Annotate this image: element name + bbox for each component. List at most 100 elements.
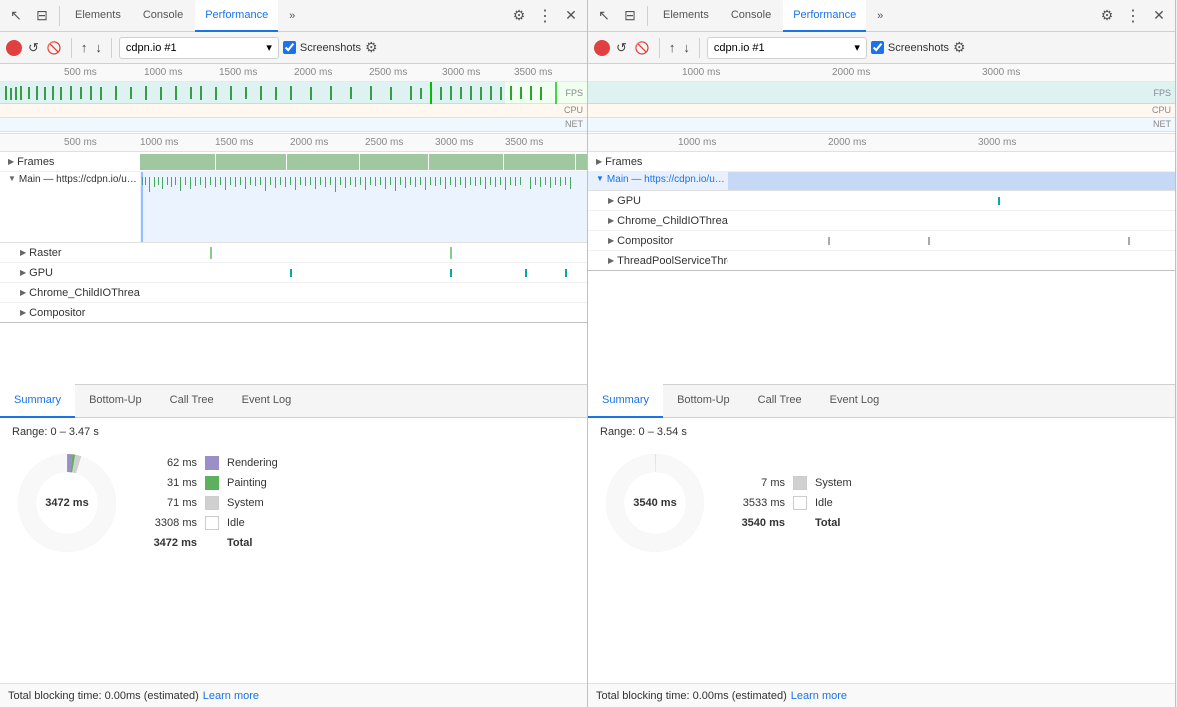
panel-icon[interactable]: ⊟ [30,4,54,28]
more-tabs-left-icon[interactable]: » [280,4,304,28]
screenshots-checkbox-right[interactable]: Screenshots [871,41,949,54]
cursor-icon[interactable]: ↖ [4,4,28,28]
record-button-left[interactable] [6,40,22,56]
url-dropdown-left[interactable]: ▾ [266,41,272,54]
threadpool-arrow-right[interactable]: ▶ [608,256,614,265]
more-left-icon[interactable]: ⋮ [533,4,557,28]
right-panel: ↖ ⊟ Elements Console Performance » ⚙ ⋮ ✕… [588,0,1176,707]
gpu-label-right: GPU [617,195,641,207]
child-io-arrow-left[interactable]: ▶ [20,288,26,297]
upload-icon-left[interactable]: ↑ [79,38,90,57]
left-painting-val: 31 ms [142,477,197,489]
left-total-val: 3472 ms [142,537,197,549]
rtick-3000: 3000 ms [982,67,1020,78]
close-right-icon[interactable]: ✕ [1147,4,1171,28]
frames-row-right[interactable]: ▶ Frames [588,152,1175,172]
more-tabs-right-icon[interactable]: » [868,4,892,28]
settings-left-icon[interactable]: ⚙ [507,4,531,28]
compositor-arrow-left[interactable]: ▶ [20,308,26,317]
download-icon-right[interactable]: ↓ [681,38,692,57]
left-footer-link[interactable]: Learn more [203,690,259,702]
tick-3500: 3500 ms [514,67,552,78]
reload-icon-left[interactable]: ↺ [26,38,41,58]
right-footer-link[interactable]: Learn more [791,690,847,702]
frames-row-left[interactable]: ▶ Frames [0,152,587,172]
tab-calltree-left[interactable]: Call Tree [156,384,228,418]
tab-bottomup-left[interactable]: Bottom-Up [75,384,156,418]
main-row-left[interactable]: ▼ Main — https://cdpn.io/una/debug/c9edd… [0,172,587,243]
compositor-track-right [728,231,1175,250]
raster-row-left[interactable]: ▶ Raster [0,243,587,263]
gpu-arrow-right[interactable]: ▶ [608,196,614,205]
gpu-row-left[interactable]: ▶ GPU [0,263,587,283]
frames-arrow-left[interactable]: ▶ [8,157,14,166]
frames-arrow-right[interactable]: ▶ [596,157,602,166]
main-arrow-right[interactable]: ▼ [596,174,604,183]
main-track-left [140,172,587,242]
more-right-icon[interactable]: ⋮ [1121,4,1145,28]
raster-chart-left [140,243,587,262]
right-time-ruler: 1000 ms 2000 ms 3000 ms [588,64,1175,82]
left-legend: 62 ms Rendering 31 ms Painting 71 ms Sys… [142,456,278,550]
compositor-row-left[interactable]: ▶ Compositor [0,303,587,323]
left-panel: ↖ ⊟ Elements Console Performance » ⚙ ⋮ ✕… [0,0,588,707]
frames-track-left [140,152,587,171]
tab-elements-right[interactable]: Elements [653,0,719,32]
compositor-arrow-right[interactable]: ▶ [608,236,614,245]
raster-arrow-left[interactable]: ▶ [20,248,26,257]
record-button-right[interactable] [594,40,610,56]
tab-performance-right[interactable]: Performance [783,0,866,32]
compositor-chart-right [728,231,1175,250]
right-legend-idle: 3533 ms Idle [730,496,852,510]
compositor-track-left [140,303,587,322]
screenshots-input-left[interactable] [283,41,296,54]
close-left-icon[interactable]: ✕ [559,4,583,28]
tab-elements-left[interactable]: Elements [65,0,131,32]
right-tabs-bar: Summary Bottom-Up Call Tree Event Log [588,384,1175,418]
cursor-icon-right[interactable]: ↖ [592,4,616,28]
tab-summary-left[interactable]: Summary [0,384,75,418]
main-arrow-left[interactable]: ▼ [8,174,16,183]
right-system-val: 7 ms [730,477,785,489]
left-legend-rendering: 62 ms Rendering [142,456,278,470]
gpu-row-right[interactable]: ▶ GPU [588,191,1175,211]
screenshots-input-right[interactable] [871,41,884,54]
tick2-2000: 2000 ms [290,137,328,148]
child-io-row-left[interactable]: ▶ Chrome_ChildIOThread [0,283,587,303]
main-row-right[interactable]: ▼ Main — https://cdpn.io/una/debug/c9edd… [588,172,1175,191]
child-io-row-right[interactable]: ▶ Chrome_ChildIOThread [588,211,1175,231]
clear-icon-right[interactable]: 🚫 [633,39,652,57]
sep2-right [659,38,660,58]
left-summary-panel: Range: 0 – 3.47 s 3472 ms [0,418,587,684]
right-toolbar1: ↖ ⊟ Elements Console Performance » ⚙ ⋮ ✕ [588,0,1175,32]
settings-right-icon[interactable]: ⚙ [1095,4,1119,28]
tab-bottomup-right[interactable]: Bottom-Up [663,384,744,418]
tick-1500: 1500 ms [219,67,257,78]
gpu-label-left: GPU [29,267,53,279]
reload-icon-right[interactable]: ↺ [614,38,629,58]
compositor-row-right[interactable]: ▶ Compositor [588,231,1175,251]
tab-console-left[interactable]: Console [133,0,193,32]
child-io-arrow-right[interactable]: ▶ [608,216,614,225]
gear-icon-left[interactable]: ⚙ [365,39,378,56]
left-system-name: System [227,497,264,509]
tick2-3500: 3500 ms [505,137,543,148]
left-range: Range: 0 – 3.47 s [12,426,575,438]
tab-performance-left[interactable]: Performance [195,0,278,32]
right-timeline[interactable]: 1000 ms 2000 ms 3000 ms ▶ Frames ▼ Main … [588,134,1175,384]
tab-console-right[interactable]: Console [721,0,781,32]
upload-icon-right[interactable]: ↑ [667,38,678,57]
clear-icon-left[interactable]: 🚫 [45,39,64,57]
tab-eventlog-right[interactable]: Event Log [816,384,894,418]
panel-icon-right[interactable]: ⊟ [618,4,642,28]
url-dropdown-right[interactable]: ▾ [854,41,860,54]
left-timeline[interactable]: 500 ms 1000 ms 1500 ms 2000 ms 2500 ms 3… [0,134,587,384]
tab-summary-right[interactable]: Summary [588,384,663,418]
threadpool-row-right[interactable]: ▶ ThreadPoolServiceThread [588,251,1175,271]
gpu-arrow-left[interactable]: ▶ [20,268,26,277]
gear-icon-right[interactable]: ⚙ [953,39,966,56]
tab-calltree-right[interactable]: Call Tree [744,384,816,418]
download-icon-left[interactable]: ↓ [93,38,104,57]
screenshots-checkbox-left[interactable]: Screenshots [283,41,361,54]
tab-eventlog-left[interactable]: Event Log [228,384,306,418]
